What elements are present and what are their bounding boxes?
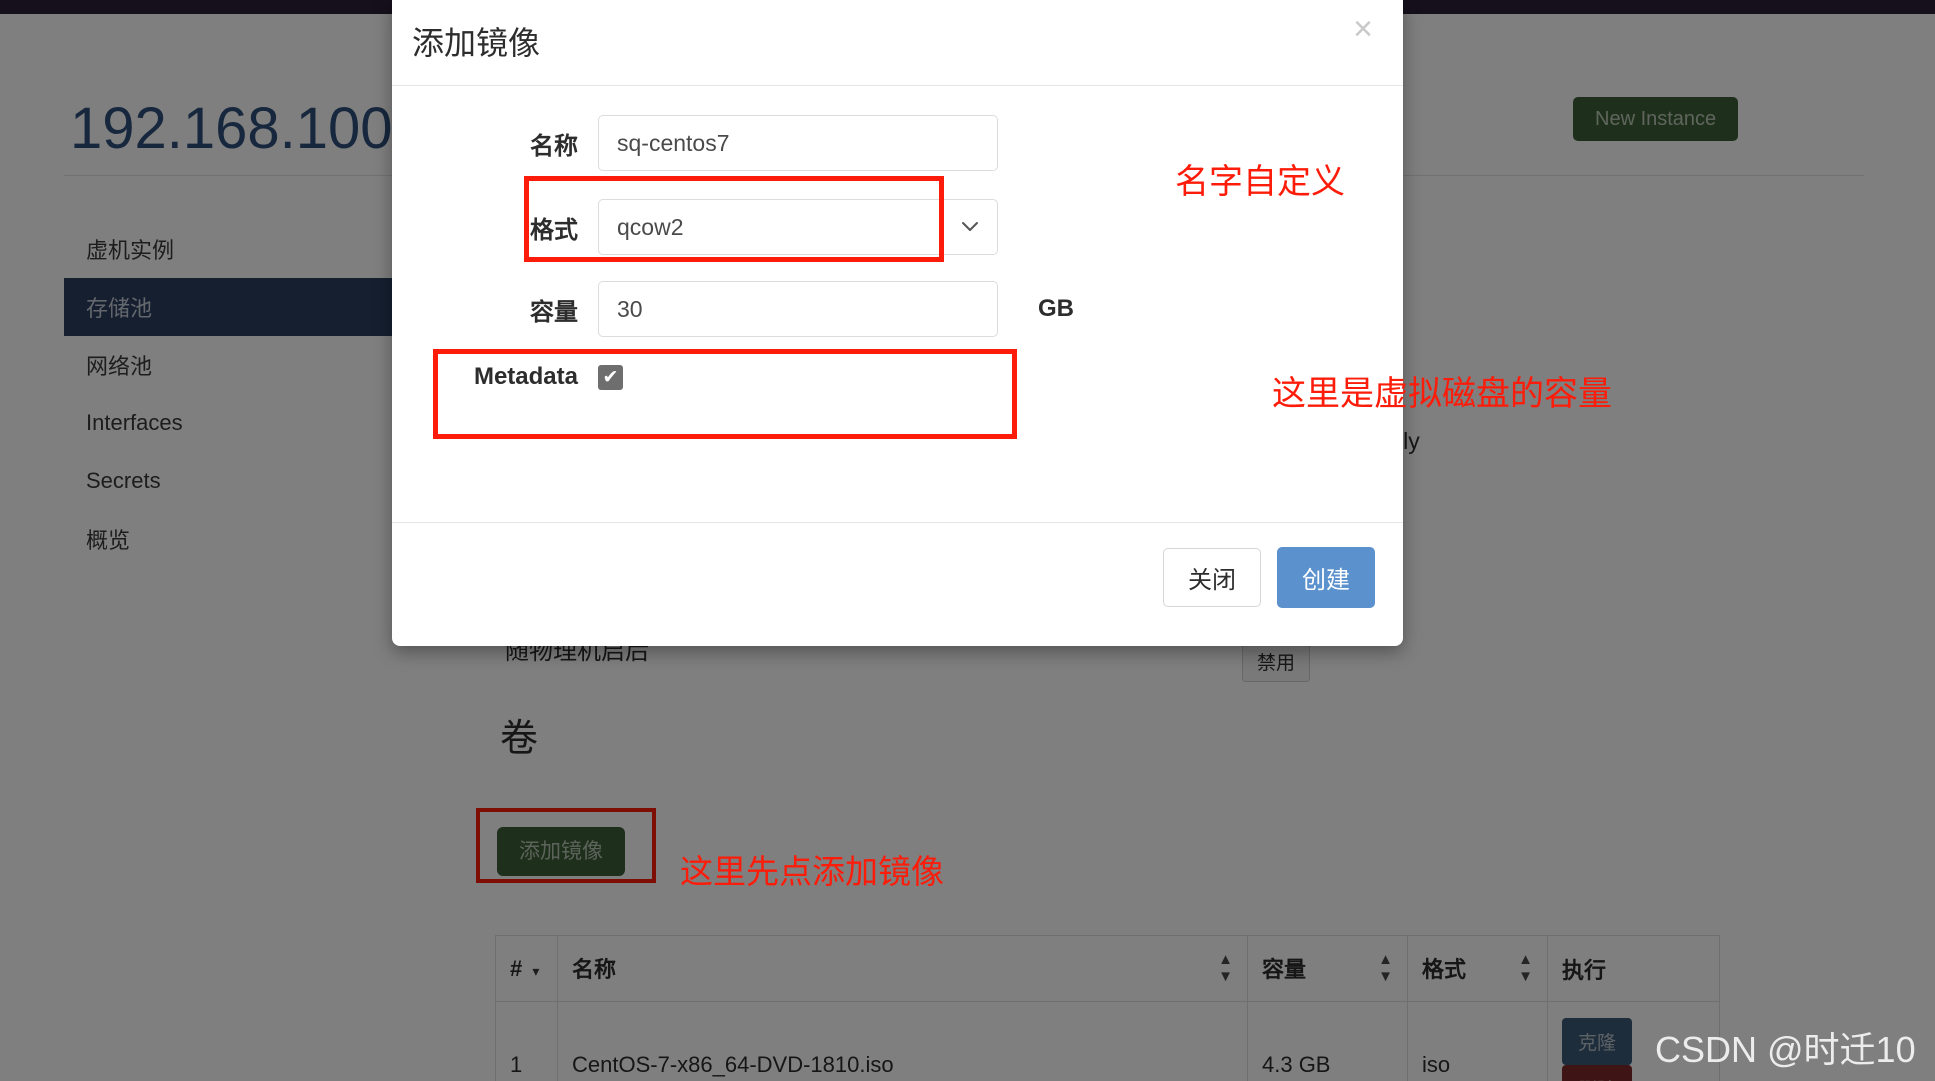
modal-footer-buttons: 关闭 创建 <box>1163 547 1375 608</box>
modal-footer: 关闭 创建 <box>392 522 1403 645</box>
metadata-checkbox[interactable]: ✔ <box>598 364 623 390</box>
add-image-modal: 添加镜像 × 名称 格式 qcow2 <box>392 0 1403 646</box>
size-input[interactable] <box>598 281 998 337</box>
format-select-wrapper: qcow2 <box>598 199 998 255</box>
name-input[interactable] <box>598 115 998 171</box>
modal-body: 名称 格式 qcow2 容量 GB <box>392 86 1403 522</box>
form-row-size: 容量 GB <box>392 281 1403 337</box>
modal-close-button[interactable]: 关闭 <box>1163 548 1261 607</box>
format-select[interactable]: qcow2 <box>598 199 998 255</box>
close-icon[interactable]: × <box>1345 8 1381 50</box>
format-label: 格式 <box>530 216 578 244</box>
form-row-metadata: Metadata ✔ <box>392 363 1403 391</box>
size-unit-label: GB <box>1038 295 1074 322</box>
form-row-name: 名称 <box>392 115 1403 171</box>
check-icon: ✔ <box>602 366 619 388</box>
modal-header: 添加镜像 × <box>392 0 1403 86</box>
modal-title: 添加镜像 <box>412 25 541 61</box>
modal-create-button[interactable]: 创建 <box>1277 547 1375 608</box>
form-row-format: 格式 qcow2 <box>392 199 1403 255</box>
screen: 192.168.100 New Instance 虚机实例 存储池 网络池 In… <box>0 0 1935 1081</box>
name-label: 名称 <box>530 132 578 160</box>
metadata-label: Metadata <box>473 363 578 390</box>
size-label: 容量 <box>530 298 578 326</box>
